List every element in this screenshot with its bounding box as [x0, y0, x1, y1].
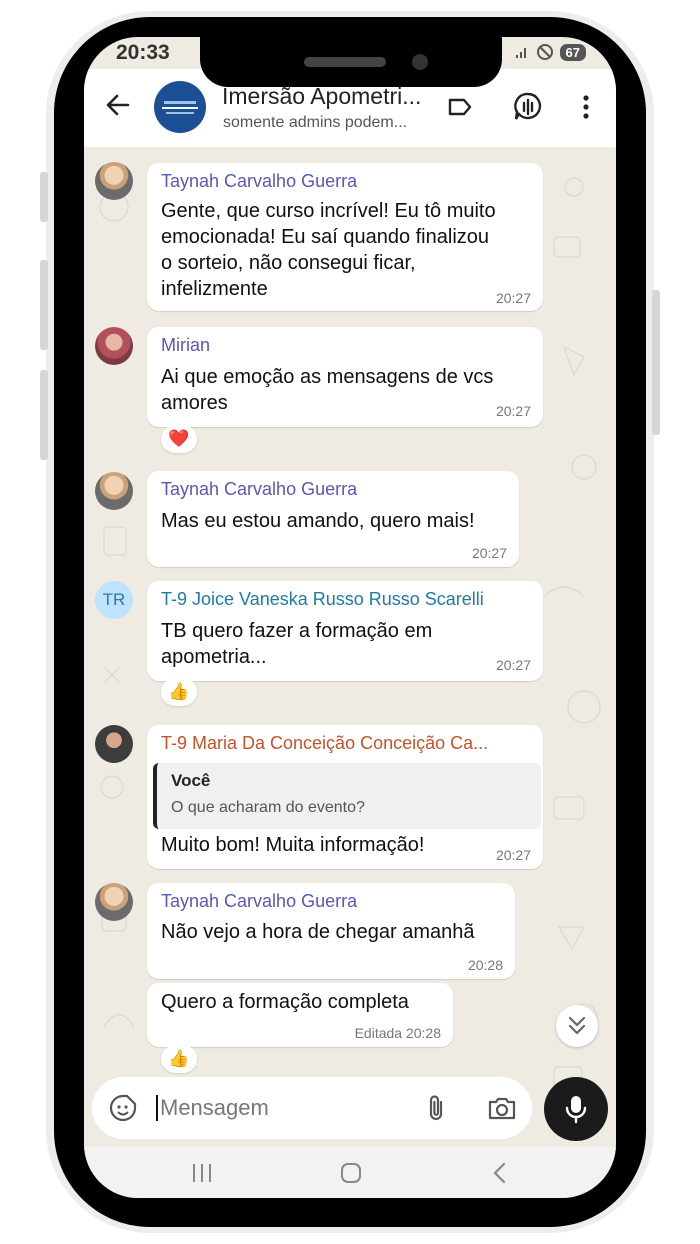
- sender-name[interactable]: Taynah Carvalho Guerra: [161, 891, 357, 912]
- sender-name[interactable]: Taynah Carvalho Guerra: [161, 479, 357, 500]
- phone-volume-up: [40, 260, 48, 350]
- message-bubble[interactable]: Quero a formação completa Editada 20:28: [147, 983, 453, 1047]
- group-subtitle: somente admins podem...: [223, 114, 408, 131]
- quoted-text: O que acharam do evento?: [171, 799, 365, 816]
- phone-screen: 20:33 67 Imersão Apometri... somente adm…: [84, 37, 616, 1198]
- message-text-line: Ai que emoção as mensagens de vcs: [161, 366, 494, 388]
- signal-icon: [515, 48, 526, 58]
- message-bubble[interactable]: T-9 Maria Da Conceição Conceição Ca... V…: [147, 725, 543, 869]
- message-text-line: Quero a formação completa: [161, 991, 409, 1013]
- message-text-line: Gente, que curso incrível! Eu tô muito: [161, 200, 496, 222]
- camera-notch: [200, 37, 502, 87]
- sender-avatar[interactable]: [95, 883, 133, 921]
- quoted-message[interactable]: Você O que acharam do evento?: [153, 763, 541, 829]
- sender-avatar[interactable]: TR: [95, 581, 133, 619]
- quoted-author: Você: [171, 771, 211, 790]
- message-bubble[interactable]: Taynah Carvalho Guerra Gente, que curso …: [147, 163, 543, 311]
- microphone-icon: [565, 1096, 587, 1124]
- heart-reaction-icon[interactable]: ❤️: [161, 425, 197, 453]
- label-icon[interactable]: [446, 93, 474, 121]
- message-bubble[interactable]: Taynah Carvalho Guerra Não vejo a hora d…: [147, 883, 515, 979]
- phone-side-button: [40, 172, 48, 222]
- front-camera: [412, 54, 428, 70]
- group-avatar[interactable]: [154, 81, 206, 133]
- message-text-line: Não vejo a hora de chegar amanhã: [161, 921, 475, 943]
- message-text-line: amores: [161, 392, 228, 414]
- message-text-line: emocionada! Eu saí quando finalizou: [161, 226, 490, 248]
- message-time: 20:27: [495, 847, 531, 863]
- home-icon[interactable]: [339, 1161, 363, 1185]
- earpiece: [304, 57, 386, 67]
- scroll-to-bottom-button[interactable]: [556, 1005, 598, 1047]
- sender-name[interactable]: Taynah Carvalho Guerra: [161, 171, 357, 192]
- message-time: 20:27: [471, 545, 507, 561]
- attach-icon[interactable]: [422, 1093, 450, 1123]
- status-time: 20:33: [116, 41, 170, 64]
- battery-level: 67: [559, 43, 586, 61]
- system-navigation-bar: [84, 1147, 616, 1198]
- sender-name[interactable]: T-9 Joice Vaneska Russo Russo Scarelli: [161, 589, 484, 610]
- phone-power-button: [652, 290, 660, 435]
- sender-name[interactable]: T-9 Maria Da Conceição Conceição Ca...: [161, 733, 488, 754]
- more-vert-icon[interactable]: [578, 93, 594, 121]
- message-bubble[interactable]: T-9 Joice Vaneska Russo Russo Scarelli T…: [147, 581, 543, 681]
- voice-message-button[interactable]: [544, 1077, 608, 1141]
- message-time: Editada 20:28: [354, 1025, 441, 1041]
- group-name[interactable]: Imersão Apometri...: [222, 83, 421, 110]
- message-text-line: o sorteio, não consegui ficar,: [161, 252, 416, 274]
- message-composer[interactable]: Mensagem: [92, 1077, 532, 1139]
- back-arrow-icon[interactable]: [104, 91, 132, 119]
- sender-avatar[interactable]: [95, 725, 133, 763]
- message-bubble[interactable]: Mirian Ai que emoção as mensagens de vcs…: [147, 327, 543, 427]
- message-text-line: infelizmente: [161, 278, 268, 300]
- sender-avatar[interactable]: [95, 472, 133, 510]
- phone-volume-down: [40, 370, 48, 460]
- thumbs-up-reaction-icon[interactable]: 👍: [161, 678, 197, 706]
- message-time: 20:27: [495, 657, 531, 673]
- sender-name[interactable]: Mirian: [161, 335, 210, 356]
- message-input[interactable]: Mensagem: [156, 1095, 269, 1121]
- do-not-disturb-icon: [536, 44, 553, 60]
- message-text-line: apometria...: [161, 646, 267, 668]
- message-time: 20:27: [495, 403, 531, 419]
- sticker-icon[interactable]: [108, 1093, 138, 1123]
- system-back-icon[interactable]: [490, 1161, 510, 1185]
- camera-icon[interactable]: [486, 1094, 518, 1122]
- message-text-line: Mas eu estou amando, quero mais!: [161, 510, 475, 532]
- message-time: 20:28: [467, 957, 503, 973]
- message-text-line: Muito bom! Muita informação!: [161, 834, 425, 856]
- recent-apps-icon[interactable]: [189, 1161, 215, 1185]
- sender-avatar[interactable]: [95, 327, 133, 365]
- message-text-line: TB quero fazer a formação em: [161, 620, 433, 642]
- voice-chat-icon[interactable]: [512, 91, 544, 123]
- sender-avatar[interactable]: [95, 162, 133, 200]
- double-chevron-down-icon: [568, 1016, 586, 1035]
- thumbs-up-reaction-icon[interactable]: 👍: [161, 1045, 197, 1073]
- message-bubble[interactable]: Taynah Carvalho Guerra Mas eu estou aman…: [147, 471, 519, 567]
- message-time: 20:27: [495, 290, 531, 306]
